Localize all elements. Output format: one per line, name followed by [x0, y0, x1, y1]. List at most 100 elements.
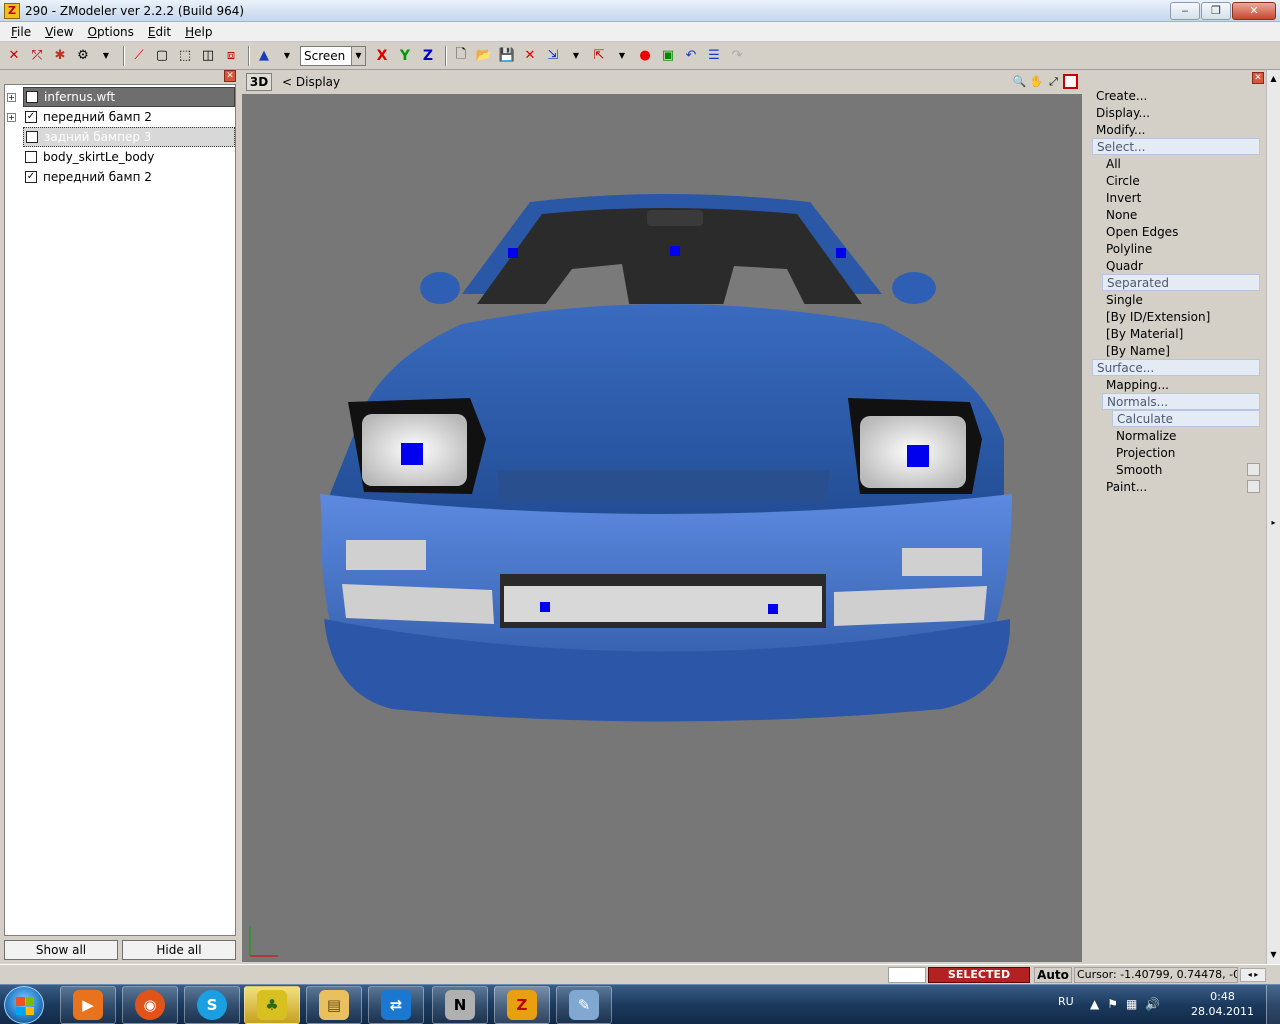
tree-item[interactable]: ✓ задний бампер 3 — [5, 127, 235, 147]
visibility-checkbox[interactable]: ✓ — [25, 111, 37, 123]
command-select-polyline[interactable]: Polyline — [1102, 241, 1152, 258]
taskbar-paint[interactable]: ✎ — [556, 986, 612, 1024]
save-icon[interactable]: 💾 — [497, 46, 517, 66]
box-mode-icon[interactable]: ⧈ — [221, 46, 241, 66]
select-vertex-icon[interactable]: ✕ — [4, 46, 24, 66]
clock[interactable]: 0:48 28.04.2011 — [1191, 989, 1254, 1019]
language-indicator[interactable]: RU — [1058, 995, 1074, 1008]
command-select-circle[interactable]: Circle — [1102, 173, 1140, 190]
taskbar-zmodeler[interactable]: Z — [494, 986, 550, 1024]
auto-mode-toggle[interactable]: Auto — [1034, 967, 1072, 983]
menu-options[interactable]: Options — [81, 25, 141, 39]
pan-hand-icon[interactable]: ✋ — [1029, 74, 1044, 89]
axis-y-toggle[interactable]: Y — [395, 48, 415, 64]
open-folder-icon[interactable]: 📂 — [474, 46, 494, 66]
command-select-none[interactable]: None — [1102, 207, 1137, 224]
taskbar-zmodeler-tool[interactable]: ♣ — [244, 986, 300, 1024]
taskbar-skype[interactable]: S — [184, 986, 240, 1024]
menu-view[interactable]: View — [38, 25, 80, 39]
vertex-marker[interactable] — [401, 443, 423, 465]
new-file-icon[interactable]: 🗋 — [451, 46, 471, 66]
minimize-button[interactable]: ‒ — [1170, 2, 1200, 20]
close-button[interactable]: ✕ — [1232, 2, 1276, 20]
taskbar-notepad[interactable]: N — [432, 986, 488, 1024]
volume-icon[interactable]: 🔊 — [1145, 997, 1160, 1011]
vertex-marker[interactable] — [540, 602, 550, 612]
maximize-viewport-icon[interactable] — [1063, 74, 1078, 89]
command-modify[interactable]: Modify... — [1092, 122, 1146, 139]
start-button[interactable] — [4, 986, 44, 1024]
select-tool-icon[interactable]: ⤱ — [27, 46, 47, 66]
taskbar-explorer[interactable]: ▤ — [306, 986, 362, 1024]
status-scroll-icon[interactable]: ◂ ▸ — [1240, 968, 1266, 982]
show-hidden-icons-icon[interactable]: ▲ — [1090, 997, 1099, 1011]
scroll-up-icon[interactable]: ▲ — [1267, 72, 1280, 86]
tree-item[interactable]: + ✓ infernus.wft — [5, 87, 235, 107]
command-normals-smooth[interactable]: Smooth — [1112, 462, 1162, 479]
tree-item[interactable]: ✓ передний бамп 2 — [5, 167, 235, 187]
scroll-thumb-icon[interactable]: ▸ — [1267, 516, 1280, 530]
delete-icon[interactable]: ✕ — [520, 46, 540, 66]
chevron-down-icon[interactable]: ▼ — [351, 46, 365, 65]
dropdown-arrow-icon[interactable]: ▼ — [612, 46, 632, 66]
coordinate-system-select[interactable]: Screen ▼ — [300, 45, 366, 66]
axis-x-toggle[interactable]: X — [372, 48, 392, 64]
fit-view-icon[interactable]: ⤢ — [1046, 74, 1061, 89]
selected-mode-indicator[interactable]: SELECTED MODE — [928, 967, 1030, 995]
undo-icon[interactable]: ↶ — [681, 46, 701, 66]
command-select-invert[interactable]: Invert — [1102, 190, 1141, 207]
command-select-by-material[interactable]: [By Material] — [1102, 326, 1183, 343]
expand-icon[interactable]: + — [7, 112, 16, 122]
command-normals-calculate[interactable]: Calculate — [1112, 410, 1260, 427]
command-normals-normalize[interactable]: Normalize — [1112, 428, 1176, 445]
face-mode-icon[interactable]: ⬚ — [175, 46, 195, 66]
vertex-marker[interactable] — [508, 248, 518, 258]
vertex-mode-icon[interactable]: ⟋ — [129, 46, 149, 66]
visibility-checkbox[interactable] — [25, 151, 37, 163]
visibility-checkbox[interactable]: ✓ — [26, 131, 38, 143]
command-select-all[interactable]: All — [1102, 156, 1121, 173]
dropdown-arrow-icon[interactable]: ▼ — [566, 46, 586, 66]
taskbar-firefox[interactable]: ◉ — [122, 986, 178, 1024]
command-select-by-name[interactable]: [By Name] — [1102, 343, 1170, 360]
tree-item[interactable]: + ✓ передний бамп 2 — [5, 107, 235, 127]
close-panel-icon[interactable]: ✕ — [1252, 72, 1264, 84]
visibility-checkbox[interactable]: ✓ — [25, 171, 37, 183]
move-tool-icon[interactable]: ✱ — [50, 46, 70, 66]
command-create[interactable]: Create... — [1092, 88, 1147, 105]
paint-option-box[interactable] — [1247, 480, 1260, 493]
axis-z-toggle[interactable]: Z — [418, 48, 438, 64]
flag-icon[interactable]: ⚑ — [1107, 997, 1118, 1011]
properties-icon[interactable]: ☰ — [704, 46, 724, 66]
taskbar-media-player[interactable]: ▶ — [60, 986, 116, 1024]
maximize-button[interactable]: ❐ — [1201, 2, 1231, 20]
command-display[interactable]: Display... — [1092, 105, 1150, 122]
zmodeler-app-icon[interactable]: Z — [4, 2, 20, 19]
pivot-tool-icon[interactable]: ▲ — [254, 46, 274, 66]
viewport-mode-badge[interactable]: 3D — [246, 73, 272, 91]
vertex-marker[interactable] — [907, 445, 929, 467]
zoom-icon[interactable]: 🔍 — [1012, 74, 1027, 89]
options-tool-icon[interactable]: ⚙ — [73, 46, 93, 66]
hide-all-button[interactable]: Hide all — [122, 940, 236, 960]
3d-viewport[interactable] — [242, 94, 1082, 962]
dropdown-arrow-icon[interactable]: ▼ — [277, 46, 297, 66]
close-panel-icon[interactable]: ✕ — [224, 70, 236, 82]
network-icon[interactable]: ▦ — [1126, 997, 1137, 1011]
show-desktop-button[interactable] — [1266, 985, 1280, 1024]
dropdown-arrow-icon[interactable]: ▼ — [96, 46, 116, 66]
scroll-down-icon[interactable]: ▼ — [1267, 948, 1280, 962]
menu-edit[interactable]: Edit — [141, 25, 178, 39]
edge-mode-icon[interactable]: ▢ — [152, 46, 172, 66]
menu-file[interactable]: File — [4, 25, 38, 39]
smooth-option-box[interactable] — [1247, 463, 1260, 476]
tree-item[interactable]: body_skirtLe_body — [5, 147, 235, 167]
command-select-quadr[interactable]: Quadr — [1102, 258, 1143, 275]
command-normals-projection[interactable]: Projection — [1112, 445, 1175, 462]
vertex-marker[interactable] — [836, 248, 846, 258]
command-surface[interactable]: Surface... — [1092, 359, 1260, 376]
command-paint[interactable]: Paint... — [1102, 479, 1147, 496]
viewport-title[interactable]: < Display — [282, 75, 340, 89]
import-icon[interactable]: ⇲ — [543, 46, 563, 66]
command-select[interactable]: Select... — [1092, 138, 1260, 155]
